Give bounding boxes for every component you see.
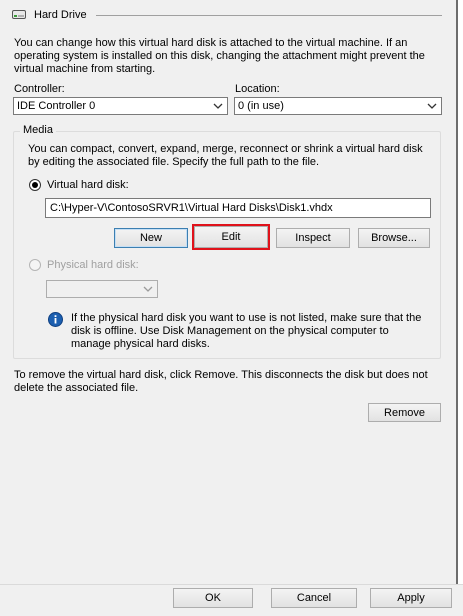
info-icon [48,312,63,327]
location-value: 0 (in use) [238,100,284,112]
media-group-label: Media [20,124,56,136]
location-select[interactable]: 0 (in use) [234,97,442,115]
chevron-down-icon [427,103,437,109]
new-button[interactable]: New [114,228,188,248]
physical-disk-select[interactable] [46,280,158,298]
media-description: You can compact, convert, expand, merge,… [28,143,423,168]
hard-drive-icon [12,10,26,19]
cancel-button[interactable]: Cancel [271,588,357,608]
chevron-down-icon [143,286,153,292]
browse-button[interactable]: Browse... [358,228,430,248]
edit-button[interactable]: Edit [192,224,270,250]
remove-description: To remove the virtual hard disk, click R… [14,369,428,394]
controller-select[interactable]: IDE Controller 0 [13,97,228,115]
controller-value: IDE Controller 0 [17,100,96,112]
physical-disk-label[interactable]: Physical hard disk: [47,259,139,271]
physical-disk-info-text: If the physical hard disk you want to us… [71,312,422,350]
attachment-description: You can change how this virtual hard dis… [14,37,425,75]
section-title: Hard Drive [34,9,87,21]
radio-selected-dot [32,182,38,188]
ok-button[interactable]: OK [173,588,253,608]
virtual-disk-path-input[interactable]: C:\Hyper-V\ContosoSRVR1\Virtual Hard Dis… [45,198,431,218]
pane-edge-strip [458,0,463,584]
section-divider [96,15,442,16]
location-label: Location: [235,83,280,95]
remove-button[interactable]: Remove [368,403,441,422]
virtual-disk-radio[interactable] [29,179,41,191]
footer-divider [0,584,463,585]
inspect-button[interactable]: Inspect [276,228,350,248]
controller-label: Controller: [14,83,65,95]
physical-disk-radio[interactable] [29,259,41,271]
apply-button[interactable]: Apply [370,588,452,608]
chevron-down-icon [213,103,223,109]
virtual-disk-label[interactable]: Virtual hard disk: [47,179,129,191]
